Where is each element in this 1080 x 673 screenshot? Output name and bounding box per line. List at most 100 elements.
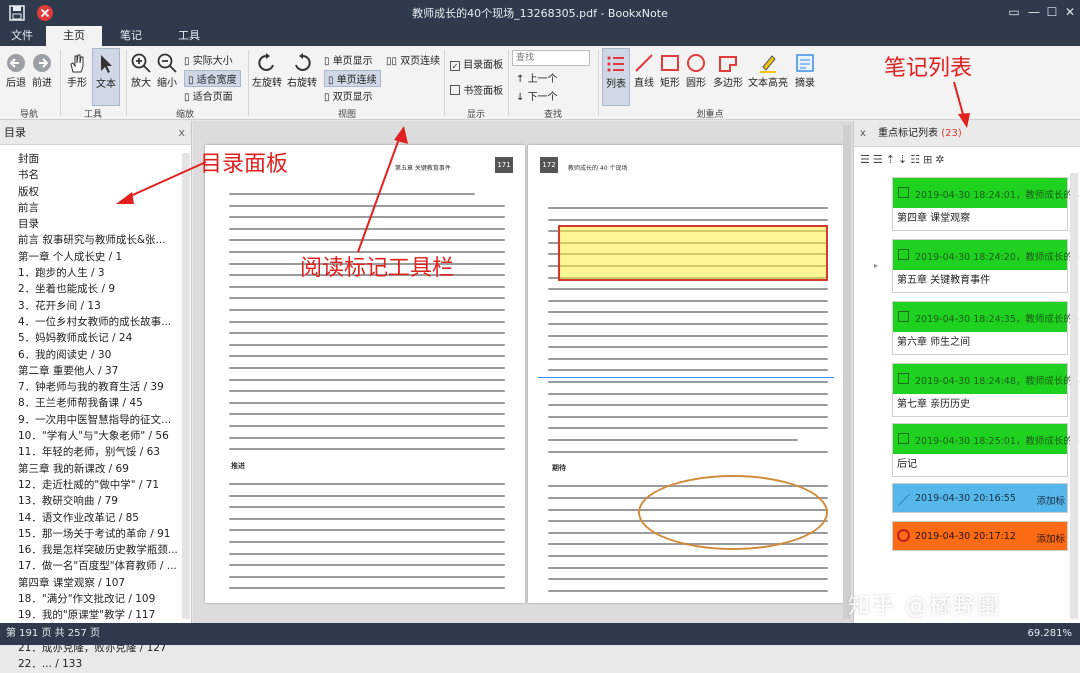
tab-file[interactable]: 文件	[2, 26, 42, 46]
note-item[interactable]: 2019-04-30 18:24:35，教师成长的4 第六章 师生之间	[892, 301, 1079, 355]
toc-item[interactable]: 17．做一名"百度型"体育教师 / ...	[0, 558, 191, 574]
actual-size-button[interactable]: ▯ 实际大小	[184, 52, 233, 67]
note-item[interactable]: 2019-04-30 18:24:01，教师成长的4 第四章 课堂观察	[892, 177, 1079, 231]
highlight-annotation[interactable]	[558, 225, 828, 281]
collapse-icon[interactable]: ✲	[935, 153, 947, 166]
add-tag-button[interactable]: 添加标	[1036, 493, 1065, 507]
toc-item[interactable]: 10．"学有人"与"大象老师" / 56	[0, 428, 191, 444]
checkbox-icon[interactable]	[898, 249, 909, 260]
toc-item[interactable]: 13．教研交响曲 / 79	[0, 493, 191, 509]
toc-item[interactable]: 5．妈妈教师成长记 / 24	[0, 330, 191, 346]
toc-item[interactable]: 22．... / 133	[0, 656, 191, 672]
toc-item[interactable]: 第二章 重要他人 / 37	[0, 363, 191, 379]
single-page-button[interactable]: ▯ 单页显示	[324, 52, 373, 67]
close-icon[interactable]: x	[178, 121, 185, 145]
underline-annotation[interactable]	[538, 377, 834, 378]
move-down-icon[interactable]: ⇣	[898, 153, 910, 166]
tab-notes[interactable]: 笔记	[106, 26, 156, 46]
circle-mark-button[interactable]: 圆形	[684, 52, 708, 89]
single-continuous-button[interactable]: ▯ 单页连续	[324, 70, 381, 87]
maximize-icon[interactable]: ☐	[1042, 3, 1062, 21]
note-item[interactable]: 2019-04-30 20:17:12 添加标	[892, 521, 1068, 551]
document-scrollbar[interactable]	[843, 125, 851, 619]
add-tag-button[interactable]: 添加标	[1036, 531, 1065, 545]
note-item[interactable]: 2019-04-30 18:24:20，教师成长的4 第五章 关键教育事件	[892, 239, 1079, 293]
toc-item[interactable]: 12．走近杜威的"做中学" / 71	[0, 477, 191, 493]
expand-icon[interactable]: ⊞	[923, 153, 935, 166]
toc-item[interactable]: 前言 叙事研究与教师成长&张...	[0, 232, 191, 248]
toc-item[interactable]: 16．我是怎样突破历史教学瓶颈...	[0, 542, 191, 558]
rect-mark-button[interactable]: 矩形	[658, 52, 682, 89]
checkbox-icon[interactable]	[898, 187, 909, 198]
toc-item[interactable]: 6．我的阅读史 / 30	[0, 347, 191, 363]
close-window-icon[interactable]: ✕	[1060, 3, 1080, 21]
note-item[interactable]: 2019-04-30 18:24:48，教师成长的4 第七章 亲历历史	[892, 363, 1079, 417]
polygon-mark-button[interactable]: 多边形	[710, 52, 746, 89]
fit-page-label: 适合页面	[192, 92, 233, 103]
toc-item[interactable]: 8．王兰老师帮我备课 / 45	[0, 395, 191, 411]
note-item[interactable]: ／ 2019-04-30 20:16:55 添加标	[892, 483, 1068, 513]
toc-item[interactable]: 第三章 我的新课改 / 69	[0, 461, 191, 477]
restore-icon[interactable]: ▭	[1004, 3, 1024, 21]
toc-item[interactable]: 2．坐着也能成长 / 9	[0, 281, 191, 297]
toc-item[interactable]: 9．一次用中医智慧指导的征文...	[0, 412, 191, 428]
toc-item[interactable]: 3．花开乡间 / 13	[0, 298, 191, 314]
toc-item[interactable]: 1．跑步的人生 / 3	[0, 265, 191, 281]
fit-width-button[interactable]: ▯ 适合宽度	[184, 70, 241, 87]
highlight-mark-button[interactable]: 文本高亮	[748, 52, 788, 89]
toc-item[interactable]: 15．那一场关于考试的革命 / 91	[0, 526, 191, 542]
search-input[interactable]	[512, 50, 590, 66]
toc-item[interactable]: 18．"满分"作文批改记 / 109	[0, 591, 191, 607]
toc-panel-toggle[interactable]: ✓ 目录面板	[450, 56, 503, 71]
toc-item[interactable]: 第一章 个人成长史 / 1	[0, 249, 191, 265]
align-icon[interactable]: ☷	[910, 153, 923, 166]
toc-item[interactable]: 4．一位乡村女教师的成长故事...	[0, 314, 191, 330]
tab-home[interactable]: 主页	[46, 26, 102, 46]
fit-page-button[interactable]: ▯ 适合页面	[184, 88, 233, 103]
move-up-icon[interactable]: ⇡	[886, 153, 898, 166]
excerpt-button[interactable]: 摘录	[792, 52, 818, 89]
toc-item[interactable]: 7．钟老师与我的教育生活 / 39	[0, 379, 191, 395]
ellipse-annotation[interactable]	[638, 475, 828, 550]
bookmark-panel-toggle[interactable]: 书签面板	[450, 82, 503, 97]
toc-item[interactable]: 11．年轻的老师，别气馁 / 63	[0, 444, 191, 460]
sort-icon[interactable]: ☰	[860, 153, 873, 166]
zoom-out-button[interactable]: 缩小	[156, 52, 178, 89]
toc-item[interactable]: 第四章 课堂观察 / 107	[0, 575, 191, 591]
rotate-left-button[interactable]: 左旋转	[252, 52, 282, 89]
close-icon[interactable]: x	[860, 121, 866, 147]
double-page-button[interactable]: ▯ 双页显示	[324, 88, 373, 103]
notes-panel: x 重点标记列表 (23) ☰☰⇡⇣☷⊞✲ ▸ 2019-04-30 18:24…	[853, 121, 1080, 623]
checkbox-icon[interactable]	[898, 433, 909, 444]
expand-arrow-icon[interactable]: ▸	[874, 261, 878, 270]
notes-scrollbar[interactable]	[1070, 173, 1078, 619]
tab-tools[interactable]: 工具	[164, 26, 214, 46]
back-button[interactable]: 后退	[4, 52, 28, 89]
checkbox-icon[interactable]	[898, 311, 909, 322]
toc-item[interactable]: 14．语文作业改革记 / 85	[0, 510, 191, 526]
checkbox-icon[interactable]	[898, 373, 909, 384]
line-mark-button[interactable]: 直线	[632, 52, 656, 89]
forward-button[interactable]: 前进	[30, 52, 54, 89]
document-view[interactable]: 第五章 关键教育事件 171 推进 172 教师成长的 40 个现场 期待	[193, 121, 853, 623]
filter-icon[interactable]: ☰	[873, 153, 886, 166]
toc-item[interactable]: 19．我的"原课堂"教学 / 117	[0, 607, 191, 623]
rotate-right-button[interactable]: 右旋转	[287, 52, 317, 89]
minimize-icon[interactable]: —	[1024, 3, 1044, 21]
prev-result-button[interactable]: ↑ 上一个	[516, 70, 558, 85]
toc-scrollbar[interactable]	[182, 153, 190, 619]
text-line	[229, 285, 505, 288]
hand-tool-button[interactable]: 手形	[64, 52, 90, 89]
text-tool-button[interactable]: 文本	[92, 48, 120, 106]
notes-annotation-label: 笔记列表	[884, 56, 973, 81]
hand-icon	[70, 54, 84, 73]
next-result-button[interactable]: ↓ 下一个	[516, 88, 558, 103]
zoom-in-button[interactable]: 放大	[130, 52, 152, 89]
hand-label: 手形	[67, 78, 87, 89]
toc-item[interactable]: 目录	[0, 216, 191, 232]
toolbar-annotation-label: 阅读标记工具栏	[300, 256, 455, 281]
double-continuous-button[interactable]: ▯▯ 双页连续	[386, 52, 440, 67]
note-item[interactable]: 2019-04-30 18:25:01，教师成长的4 后记	[892, 423, 1079, 477]
text-line	[229, 401, 505, 404]
list-mark-button[interactable]: 列表	[602, 48, 630, 106]
